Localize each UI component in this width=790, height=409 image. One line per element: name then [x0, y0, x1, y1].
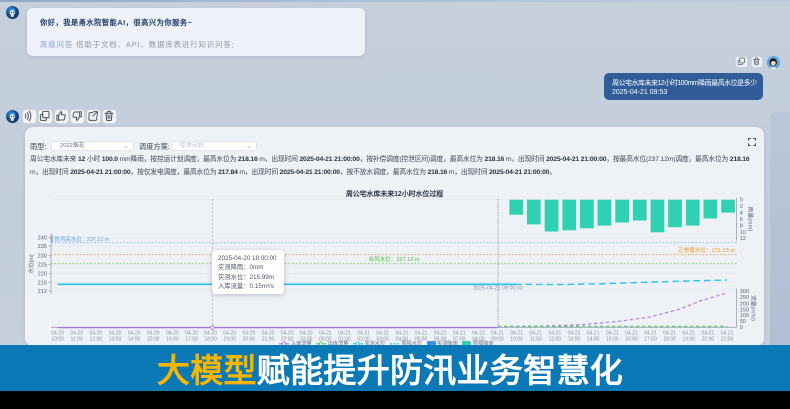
svg-text:235: 235 — [38, 244, 47, 250]
svg-text:2: 2 — [740, 204, 743, 210]
svg-text:防洪高水位：237.12 m: 防洪高水位：237.12 m — [55, 235, 110, 243]
svg-text:12: 12 — [740, 236, 746, 242]
svg-text:2025-04-21 09:00:00: 2025-04-21 09:00:00 — [473, 286, 523, 292]
svg-text:0: 0 — [740, 325, 743, 331]
svg-text:4: 4 — [740, 211, 743, 217]
svg-text:230: 230 — [38, 254, 47, 260]
svg-text:雨量(mm): 雨量(mm) — [747, 207, 754, 231]
svg-text:225: 225 — [38, 263, 47, 269]
svg-text:8: 8 — [740, 224, 743, 230]
svg-text:0: 0 — [740, 198, 743, 204]
svg-text:200: 200 — [740, 301, 749, 307]
svg-text:6: 6 — [740, 217, 743, 223]
svg-text:流量(m³/s): 流量(m³/s) — [750, 295, 758, 321]
svg-text:215: 215 — [38, 281, 47, 287]
svg-text:台风水位：227.13 m: 台风水位：227.13 m — [368, 255, 420, 263]
svg-text:水位(m): 水位(m) — [27, 254, 35, 274]
svg-text:212: 212 — [38, 289, 47, 295]
svg-text:240: 240 — [38, 236, 47, 242]
svg-text:220: 220 — [38, 272, 47, 278]
svg-text:250: 250 — [740, 295, 749, 301]
svg-text:10: 10 — [740, 230, 746, 236]
svg-text:正常蓄水位：231.13 m: 正常蓄水位：231.13 m — [678, 246, 735, 254]
